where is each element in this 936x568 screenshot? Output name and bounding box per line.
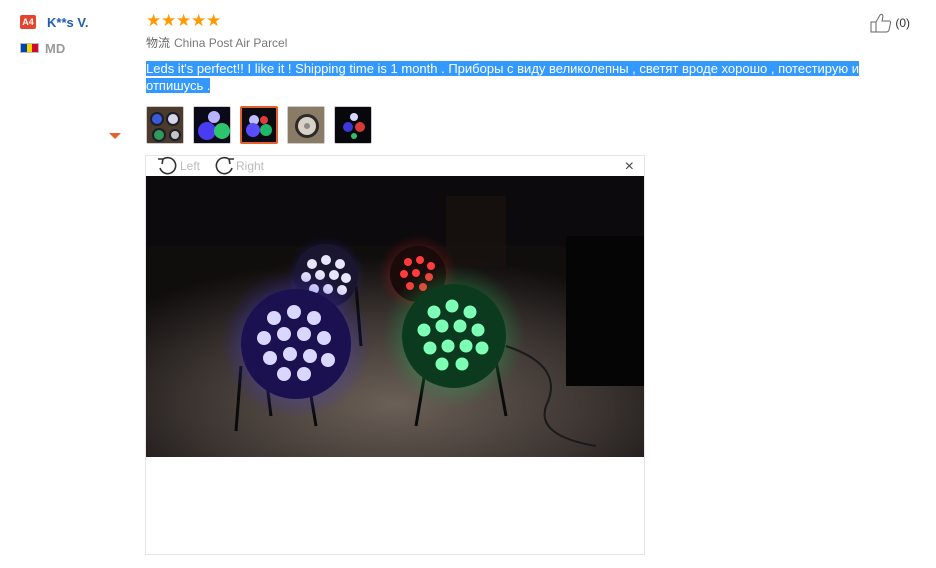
reviewer-name: K**s V. xyxy=(47,14,89,30)
review-thumbnail[interactable] xyxy=(193,106,231,144)
review-photo-thumbnails xyxy=(146,106,381,144)
rotate-left-button[interactable]: Left xyxy=(156,156,200,176)
review-photo xyxy=(146,176,644,457)
star-icon: ★ xyxy=(191,11,207,30)
review-thumbnail-active[interactable] xyxy=(240,106,278,144)
rotate-right-label: Right xyxy=(236,159,265,173)
star-rating: ★ ★ ★ ★ ★ xyxy=(146,12,916,30)
rotate-left-label: Left xyxy=(180,159,201,173)
photo-viewer: Left Right × xyxy=(145,155,645,555)
country-flag-icon xyxy=(20,43,39,53)
close-viewer-button[interactable]: × xyxy=(625,158,634,176)
rotate-right-button[interactable]: Right xyxy=(212,156,264,176)
reviewer-info: A4 K**s V. MD xyxy=(20,13,130,56)
helpful-count: (0) xyxy=(895,16,910,30)
helpful-button[interactable]: (0) xyxy=(870,13,910,33)
rotate-left-icon xyxy=(158,156,177,175)
thumbs-up-icon xyxy=(870,13,892,33)
shipping-method: China Post Air Parcel xyxy=(174,36,288,50)
review-thumbnail[interactable] xyxy=(146,106,184,144)
star-icon: ★ xyxy=(176,11,192,30)
shipping-label: 物流 xyxy=(146,36,171,50)
active-thumbnail-arrow xyxy=(109,133,121,139)
country-code: MD xyxy=(45,40,66,56)
review-thumbnail[interactable] xyxy=(287,106,325,144)
star-icon: ★ xyxy=(146,11,162,30)
rotate-right-icon xyxy=(215,156,234,175)
review-text[interactable]: Leds it's perfect!! I like it ! Shipping… xyxy=(146,60,910,94)
star-icon: ★ xyxy=(206,11,222,30)
review-body: ★ ★ ★ ★ ★ 物流 China Post Air Parcel Leds i… xyxy=(146,12,916,144)
shipping-info: 物流 China Post Air Parcel xyxy=(146,34,916,50)
buyer-level-badge: A4 xyxy=(20,15,36,29)
review-thumbnail[interactable] xyxy=(334,106,372,144)
review-text-content[interactable]: Leds it's perfect!! I like it ! Shipping… xyxy=(146,61,860,93)
star-icon: ★ xyxy=(161,11,177,30)
